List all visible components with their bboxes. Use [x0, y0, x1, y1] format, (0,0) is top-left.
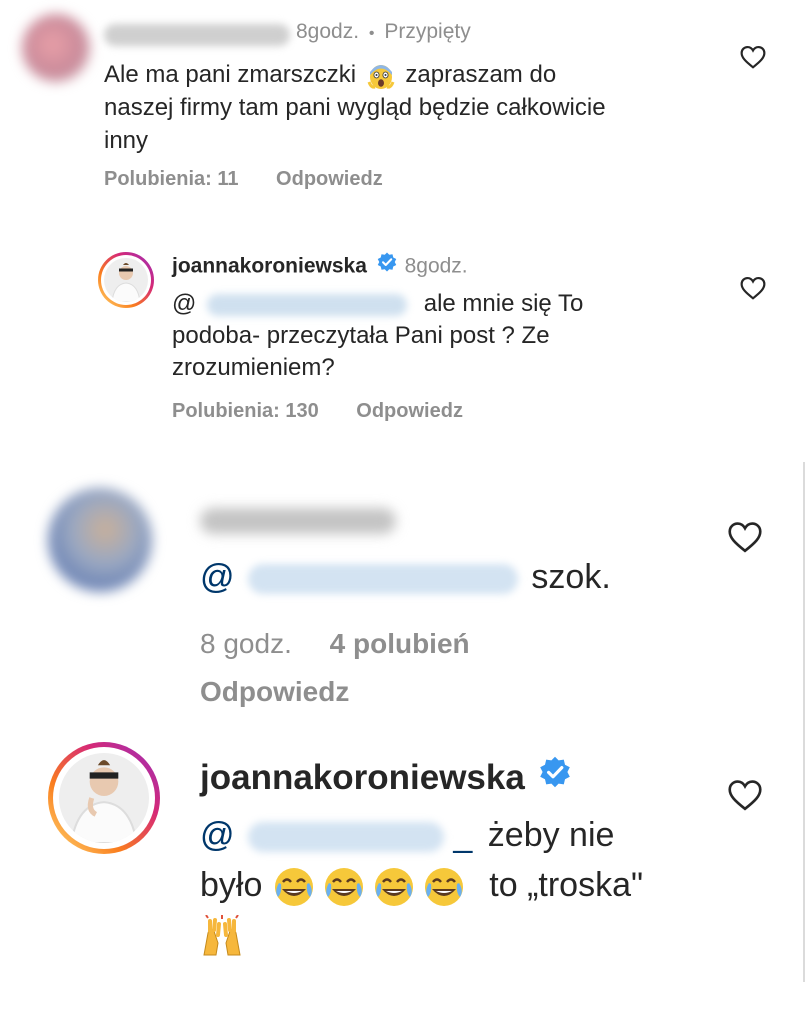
face-with-tears-of-joy-icon	[422, 865, 466, 909]
avatar[interactable]	[48, 488, 152, 592]
timestamp: 8godz.	[404, 254, 468, 278]
story-ring-avatar[interactable]	[98, 252, 154, 308]
mention-redacted[interactable]	[247, 564, 518, 595]
comment-text-line-2: naszej firmy tam pani wygląd będzie całk…	[104, 94, 606, 121]
raising-hands-icon	[200, 914, 244, 959]
mention-redacted[interactable]	[207, 293, 408, 316]
username[interactable]: joannakoroniewska	[200, 758, 525, 797]
verified-badge-icon	[539, 756, 571, 797]
face-screaming-in-fear-icon	[367, 62, 395, 90]
face-with-tears-of-joy-icon	[372, 865, 416, 909]
mention-redacted[interactable]	[247, 822, 444, 853]
verified-badge-icon	[377, 252, 397, 278]
like-heart-icon[interactable]	[740, 276, 766, 300]
comment-actions: Polubienia: 130 Odpowiedz	[172, 400, 463, 423]
avatar	[104, 258, 148, 302]
pinned-label: Przypięty	[384, 20, 471, 43]
timestamp: 8 godz.	[200, 628, 292, 659]
emoji-group	[272, 866, 472, 907]
timestamp: 8godz.	[296, 20, 360, 43]
comment-header: joannakoroniewska	[200, 756, 571, 800]
mention-link[interactable]: @	[200, 558, 235, 596]
likes-count[interactable]: Polubienia: 130	[172, 400, 319, 422]
username-redacted[interactable]	[200, 508, 396, 534]
comment-meta: 8godz. • Przypięty	[296, 20, 471, 44]
like-heart-icon[interactable]	[740, 45, 766, 69]
mention-link[interactable]: @	[200, 816, 235, 854]
face-with-tears-of-joy-icon	[272, 865, 316, 909]
mention-suffix: _	[453, 816, 473, 854]
meta-separator: •	[368, 25, 375, 42]
reply-button[interactable]: Odpowiedz	[276, 168, 383, 190]
reply-button[interactable]: Odpowiedz	[356, 400, 463, 422]
username-redacted[interactable]	[104, 24, 290, 46]
mention-link[interactable]: @	[172, 290, 196, 317]
comment-text-line-2: było to „troska"	[200, 860, 720, 910]
comment-text-line-1: Ale ma pani zmarszczki zapraszam do	[104, 61, 557, 90]
comment-text: Ale ma pani zmarszczki zapraszam do nasz…	[104, 58, 724, 157]
avatar[interactable]	[22, 14, 90, 82]
story-ring-avatar[interactable]	[48, 742, 160, 854]
face-with-tears-of-joy-icon	[322, 865, 366, 909]
comment-meta: 8 godz. 4 polubień	[200, 628, 470, 660]
comment-text-line-2: podoba- przeczytała Pani post ? Ze	[172, 322, 550, 349]
comment-text-line-1: @ _ żeby nie	[200, 816, 615, 854]
avatar	[59, 753, 149, 843]
likes-count[interactable]: Polubienia: 11	[104, 168, 238, 190]
reply-button[interactable]: Odpowiedz	[200, 676, 349, 708]
comment-text-line-3: inny	[104, 127, 149, 154]
like-heart-icon[interactable]	[727, 779, 763, 811]
comment-text: @ ale mnie się To podoba- przeczytała Pa…	[172, 288, 732, 384]
comment-header: joannakoroniewska 8godz.	[172, 252, 468, 280]
likes-count[interactable]: 4 polubień	[330, 628, 470, 659]
username[interactable]: joannakoroniewska	[172, 255, 367, 278]
comment-text: @ szok.	[200, 558, 611, 596]
comment-text-line-1: @ ale mnie się To	[172, 290, 584, 317]
comment-actions: Polubienia: 11 Odpowiedz	[104, 168, 383, 191]
comment-text: @ _ żeby nie było to „troska"	[200, 810, 720, 960]
like-heart-icon[interactable]	[727, 521, 763, 553]
scrollbar-track[interactable]	[803, 462, 805, 982]
comment-text-line-3: zrozumieniem?	[172, 354, 335, 381]
comment-text-line-3	[200, 910, 720, 960]
